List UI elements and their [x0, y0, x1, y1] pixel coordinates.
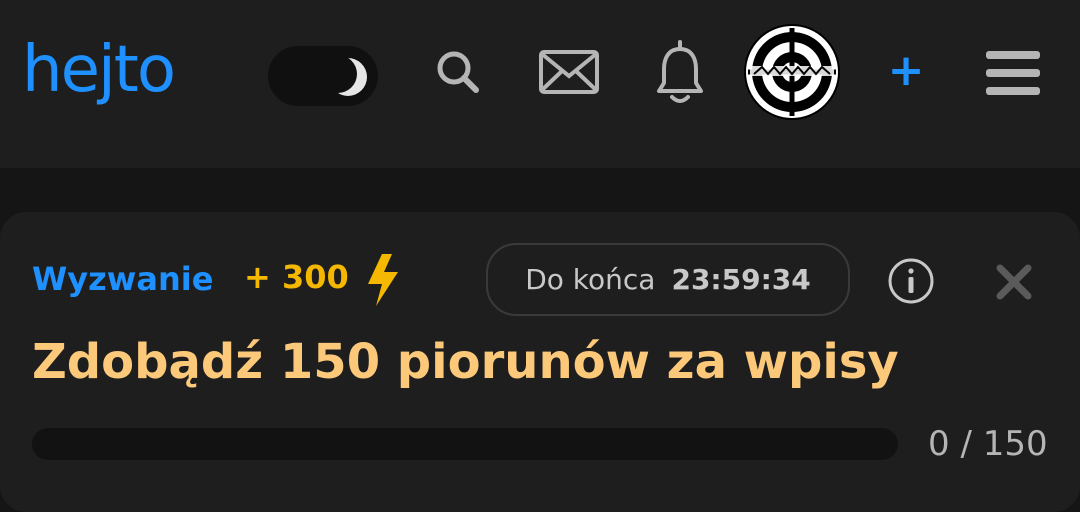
challenge-title: Zdobądź 150 piorunów za wpisy [32, 334, 899, 390]
moon-icon [326, 56, 367, 96]
dark-mode-toggle[interactable] [268, 46, 378, 106]
info-button[interactable] [886, 256, 936, 306]
messages-button[interactable] [536, 44, 602, 100]
top-navigation-bar: hejto + [0, 0, 1080, 168]
plus-icon: + [887, 44, 925, 96]
mail-icon [539, 50, 599, 94]
bell-icon [657, 40, 703, 103]
timer-value: 23:59:34 [671, 263, 811, 296]
close-icon [996, 264, 1032, 300]
reward-points: + 300 [244, 258, 349, 296]
hejto-logo[interactable]: hejto [22, 38, 176, 102]
progress-count: 0 / 150 [928, 424, 1048, 464]
info-icon [888, 258, 934, 304]
add-post-button[interactable]: + [880, 40, 932, 100]
user-avatar[interactable] [744, 24, 840, 120]
menu-icon [986, 51, 1040, 95]
close-button[interactable] [992, 260, 1036, 304]
notifications-button[interactable] [654, 36, 706, 108]
lightning-icon [364, 252, 402, 312]
countdown-timer: Do końca 23:59:34 [486, 243, 850, 316]
timer-label: Do końca [525, 263, 656, 296]
menu-button[interactable] [984, 46, 1042, 100]
challenge-label: Wyzwanie [32, 260, 214, 298]
search-icon [437, 51, 479, 93]
avatar-target-image [746, 26, 838, 118]
progress-bar [32, 428, 898, 460]
search-button[interactable] [432, 44, 484, 100]
